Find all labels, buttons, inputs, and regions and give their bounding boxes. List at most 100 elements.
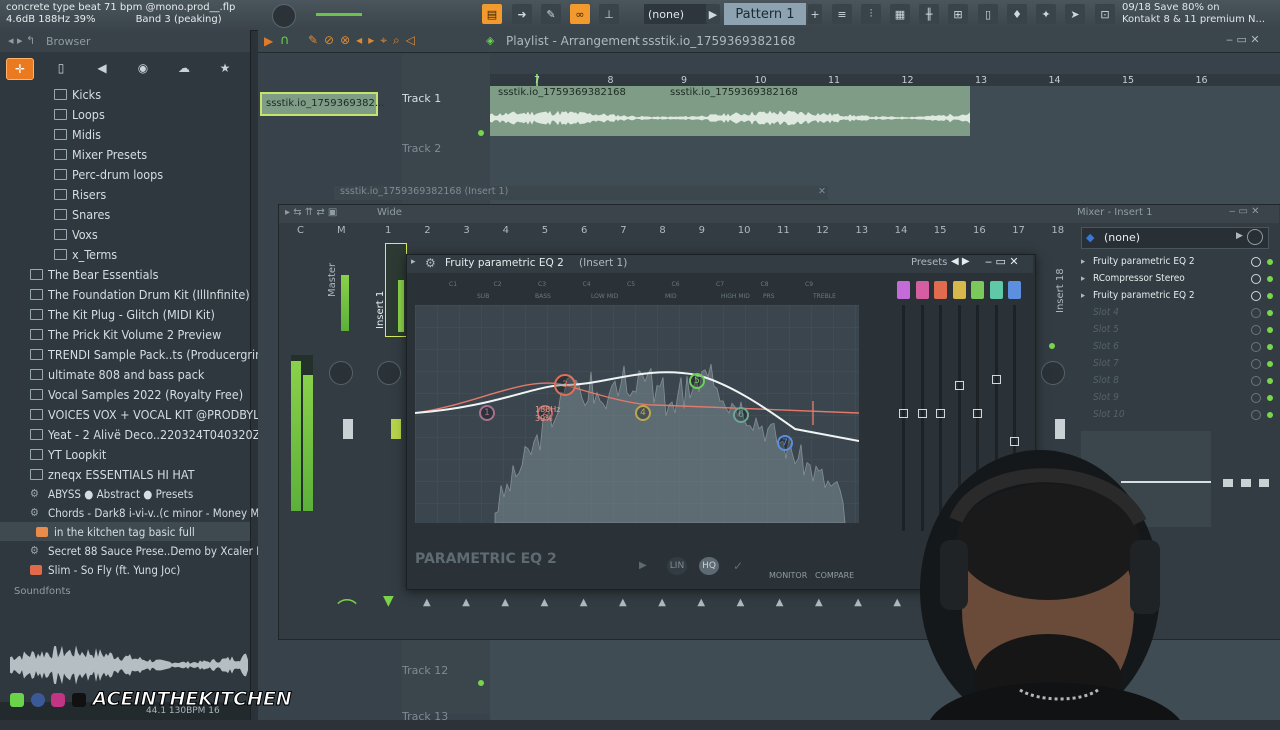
piano-roll-icon[interactable]: ▦: [890, 4, 910, 24]
play-icon[interactable]: ➜: [512, 4, 532, 24]
magnet-icon[interactable]: ∩: [280, 33, 290, 48]
browser-folder[interactable]: Snares: [0, 204, 250, 224]
browser-file[interactable]: ⚙ Chords - Dark8 i-vi-v..(c minor - Money…: [0, 503, 276, 522]
effect-slot[interactable]: Slot 10: [1081, 406, 1277, 423]
slot-enable-led[interactable]: [1267, 343, 1273, 350]
browser-file[interactable]: ⚙ Secret 88 Sauce Prese..Demo by Xcaler B…: [0, 541, 285, 560]
slot-enable-led[interactable]: [1267, 292, 1273, 299]
effect-slot[interactable]: Slot 6: [1081, 338, 1277, 355]
slot-enable-led[interactable]: [1267, 411, 1273, 418]
insert-number[interactable]: 9: [699, 225, 705, 236]
browser-folder[interactable]: TRENDI Sample Pack..ts (Producergrind): [0, 344, 274, 364]
insert-number[interactable]: 14: [895, 225, 908, 236]
insert-18-led[interactable]: [1049, 343, 1055, 349]
slot-enable-led[interactable]: [1267, 258, 1273, 265]
insert-number[interactable]: 5: [542, 225, 548, 236]
send-arrow-icon[interactable]: ▲: [423, 597, 431, 608]
insert-number[interactable]: 2: [424, 225, 430, 236]
eq-band-header-icon[interactable]: [989, 281, 1003, 299]
insert-number[interactable]: 17: [1012, 225, 1025, 236]
pattern-selector[interactable]: Pattern 1: [724, 3, 806, 25]
browser-folder[interactable]: Midis: [0, 124, 250, 144]
browser-folder[interactable]: Voxs: [0, 224, 250, 244]
tab-files-icon[interactable]: ▯: [48, 58, 74, 78]
insert-1-pan-knob[interactable]: [377, 361, 401, 385]
slot-mix-knob[interactable]: [1251, 256, 1261, 267]
bird-icon[interactable]: ➤: [1065, 4, 1085, 24]
insert-number[interactable]: 13: [855, 225, 868, 236]
eq-band-header-icon[interactable]: [915, 281, 929, 299]
eq-band-node[interactable]: 4: [635, 405, 651, 421]
slot-mix-knob[interactable]: [1251, 409, 1261, 420]
master-fader[interactable]: [343, 419, 353, 439]
track-1-header[interactable]: Track 1: [402, 90, 490, 138]
browser-folder[interactable]: Yeat - 2 Alivë Deco..220324T040320Z-001: [0, 424, 286, 444]
effect-slot[interactable]: ▸ RCompressor Stereo: [1081, 270, 1277, 287]
mixer-preset-select[interactable]: ◆ (none) ▶: [1081, 227, 1269, 249]
eq-band-header-icon[interactable]: [971, 281, 984, 299]
arrow-icon[interactable]: ▶: [264, 34, 273, 48]
brush-icon[interactable]: ✎: [541, 4, 561, 24]
insert-number[interactable]: 10: [738, 225, 751, 236]
browser-folder[interactable]: x_Terms: [0, 244, 250, 264]
channel-rack-icon[interactable]: ⫶: [861, 4, 881, 24]
browser-file[interactable]: Slim - So Fly (ft. Yung Joc): [0, 560, 250, 579]
eq-band-node[interactable]: 6: [733, 407, 749, 423]
slot-enable-led[interactable]: [1267, 360, 1273, 367]
slot-mix-knob[interactable]: [1251, 273, 1261, 284]
faders-icon[interactable]: ╫: [919, 4, 939, 24]
effect-slot[interactable]: Slot 4: [1081, 304, 1277, 321]
slot-enable-led[interactable]: [1267, 326, 1273, 333]
slot-mix-knob[interactable]: [1251, 392, 1261, 403]
tree-icon[interactable]: ⊞: [948, 4, 968, 24]
track-2-header[interactable]: Track 2: [402, 138, 490, 186]
browser-folder[interactable]: YT Loopkit: [0, 444, 250, 464]
browser-menu-icon[interactable]: ◂ ▸ ↰: [8, 34, 35, 47]
insert-number[interactable]: 11: [777, 225, 790, 236]
slot-enable-led[interactable]: [1267, 394, 1273, 401]
effect-slot[interactable]: Slot 8: [1081, 372, 1277, 389]
eq-band-header-icon[interactable]: [934, 281, 947, 299]
send-arrow-icon[interactable]: ▲: [501, 597, 509, 608]
master-volume-knob[interactable]: [272, 4, 296, 28]
insert-18-fader[interactable]: [1055, 419, 1065, 439]
eq-preset-nav-icon[interactable]: ◀ ▶: [951, 256, 970, 267]
eq-title-bar[interactable]: ▸ ⚙ Fruity parametric EQ 2 (Insert 1) Pr…: [407, 255, 1033, 273]
insert-number[interactable]: C: [297, 225, 304, 236]
send-arrow-icon[interactable]: ▲: [658, 597, 666, 608]
eq-band-node[interactable]: 1: [479, 405, 495, 421]
browser-folder[interactable]: The Kit Plug - Glitch (MIDI Kit): [0, 304, 250, 324]
tools-icons[interactable]: ✎⊘⊗◂▸⌖⌕◁: [308, 33, 421, 48]
slot-mix-knob[interactable]: [1251, 290, 1261, 301]
track-13-header[interactable]: Track 13: [402, 710, 490, 730]
slot-enable-led[interactable]: [1267, 377, 1273, 384]
browser-folder[interactable]: The Foundation Drum Kit (IllInfinite): [0, 284, 250, 304]
insert-number[interactable]: 7: [620, 225, 626, 236]
tools-icon[interactable]: ✦: [1036, 4, 1056, 24]
insert-number[interactable]: 18: [1051, 225, 1064, 236]
insert-number[interactable]: 3: [463, 225, 469, 236]
eq-band-header-icon[interactable]: [952, 281, 966, 299]
window-controls-icon[interactable]: ‒ ▭ ✕: [1226, 33, 1260, 46]
file-icon[interactable]: ▯: [978, 4, 998, 24]
browser-folder[interactable]: Vocal Samples 2022 (Royalty Free): [0, 384, 250, 404]
playlist-icon[interactable]: ▤: [482, 4, 502, 24]
tab-cloud-icon[interactable]: ☁: [171, 58, 197, 78]
slot-expand-icon[interactable]: ▸: [1081, 291, 1093, 301]
eq-band-header-icon[interactable]: [1008, 281, 1021, 299]
tab-star-icon[interactable]: ★: [212, 58, 238, 78]
insert-number[interactable]: 6: [581, 225, 587, 236]
insert-number[interactable]: 1: [385, 225, 391, 236]
eq-window-controls[interactable]: ‒ ▭ ✕: [985, 255, 1019, 268]
eq-presets-button[interactable]: Presets: [911, 257, 947, 268]
tab-all-icon[interactable]: ✛: [6, 58, 34, 80]
effect-slot[interactable]: Slot 5: [1081, 321, 1277, 338]
tab-db-icon[interactable]: ◉: [130, 58, 156, 78]
effect-slot[interactable]: ▸ Fruity parametric EQ 2: [1081, 253, 1277, 270]
slot-mix-knob[interactable]: [1251, 375, 1261, 386]
slot-mix-knob[interactable]: [1251, 324, 1261, 335]
mixer-icon[interactable]: ≡: [832, 4, 852, 24]
eq-lin-button[interactable]: LIN: [667, 557, 687, 575]
audio-clip[interactable]: ssstik.io_1759369382168 ssstik.io_175936…: [490, 86, 970, 136]
effect-slot[interactable]: ▸ Fruity parametric EQ 2: [1081, 287, 1277, 304]
